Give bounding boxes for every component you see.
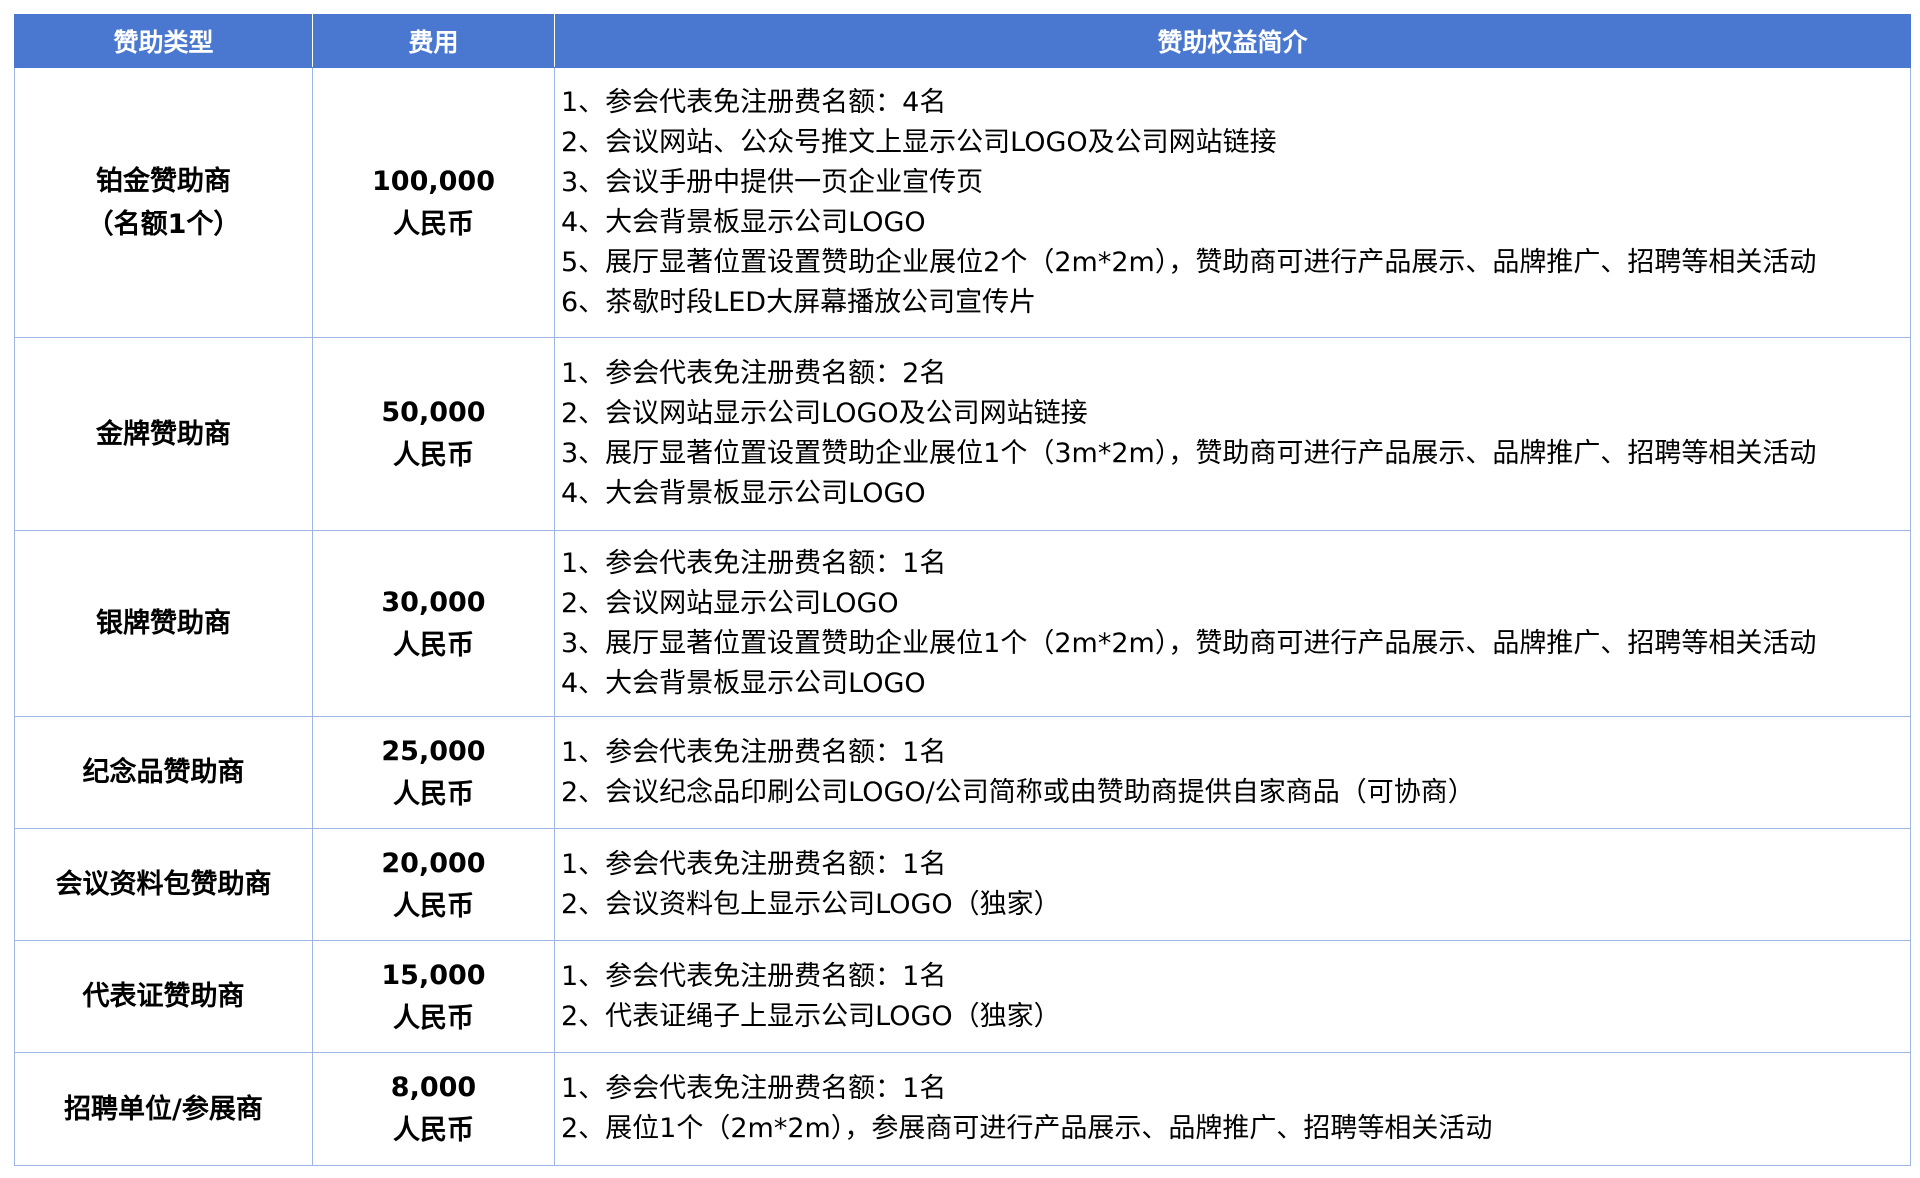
fee-cell: 15,000 人民币 xyxy=(312,940,555,1053)
benefit-item: 2、展位1个（2m*2m），参展商可进行产品展示、品牌推广、招聘等相关活动 xyxy=(561,1113,1493,1144)
benefit-item: 4、大会背景板显示公司LOGO xyxy=(561,206,926,238)
benefit-item: 2、会议纪念品印刷公司LOGO/公司简称或由赞助商提供自家商品（可协商） xyxy=(561,776,1475,808)
benefits-cell: 1、参会代表免注册费名额：1名 2、会议纪念品印刷公司LOGO/公司简称或由赞助… xyxy=(554,716,1911,829)
benefit-item: 3、会议手册中提供一页企业宣传页 xyxy=(561,166,984,198)
fee-cell: 50,000 人民币 xyxy=(312,337,555,531)
sponsor-type-cell: 纪念品赞助商 xyxy=(14,716,313,829)
header-sponsor-type: 赞助类型 xyxy=(14,14,313,68)
sponsor-type-name: 银牌赞助商 xyxy=(96,608,231,639)
sponsor-type-note: （名额1个） xyxy=(86,208,241,240)
sponsor-type-cell: 铂金赞助商 （名额1个） xyxy=(14,67,313,338)
benefit-item: 4、大会背景板显示公司LOGO xyxy=(561,667,926,699)
fee-amount: 30,000 xyxy=(381,586,486,618)
fee-amount: 50,000 xyxy=(381,397,486,428)
sponsor-table: 赞助类型 费用 赞助权益简介 铂金赞助商 （名额1个） 100,000 人民币 … xyxy=(14,14,1911,1166)
header-row: 赞助类型 费用 赞助权益简介 xyxy=(14,14,1911,68)
benefit-item: 2、会议资料包上显示公司LOGO（独家） xyxy=(561,888,1061,920)
table-row: 代表证赞助商 15,000 人民币 1、参会代表免注册费名额：1名 2、代表证绳… xyxy=(14,940,1911,1053)
sponsor-type-name: 纪念品赞助商 xyxy=(82,757,245,788)
header-benefits: 赞助权益简介 xyxy=(554,14,1911,68)
benefit-item: 5、展厅显著位置设置赞助企业展位2个（2m*2m），赞助商可进行产品展示、品牌推… xyxy=(561,246,1817,278)
sponsor-type-name: 铂金赞助商 xyxy=(96,165,231,197)
benefits-cell: 1、参会代表免注册费名额：2名 2、会议网站显示公司LOGO及公司网站链接 3、… xyxy=(554,337,1911,531)
sponsor-type-name: 金牌赞助商 xyxy=(96,418,231,450)
table-row: 会议资料包赞助商 20,000 人民币 1、参会代表免注册费名额：1名 2、会议… xyxy=(14,828,1911,941)
sponsor-type-cell: 招聘单位/参展商 xyxy=(14,1052,313,1166)
benefit-item: 1、参会代表免注册费名额：1名 xyxy=(561,848,947,880)
fee-amount: 20,000 xyxy=(381,847,486,879)
fee-cell: 100,000 人民币 xyxy=(312,67,555,338)
sponsor-type-name: 招聘单位/参展商 xyxy=(64,1093,263,1125)
sponsor-table-container: 赞助类型 费用 赞助权益简介 铂金赞助商 （名额1个） 100,000 人民币 … xyxy=(14,14,1911,1166)
fee-amount: 25,000 xyxy=(381,735,486,767)
table-row: 铂金赞助商 （名额1个） 100,000 人民币 1、参会代表免注册费名额：4名… xyxy=(14,67,1911,338)
benefit-item: 3、展厅显著位置设置赞助企业展位1个（3m*2m），赞助商可进行产品展示、品牌推… xyxy=(561,438,1817,469)
benefit-item: 3、展厅显著位置设置赞助企业展位1个（2m*2m），赞助商可进行产品展示、品牌推… xyxy=(561,627,1817,659)
benefit-item: 1、参会代表免注册费名额：1名 xyxy=(561,547,947,579)
table-row: 银牌赞助商 30,000 人民币 1、参会代表免注册费名额：1名 2、会议网站显… xyxy=(14,530,1911,717)
sponsor-type-cell: 金牌赞助商 xyxy=(14,337,313,531)
benefit-item: 2、会议网站显示公司LOGO及公司网站链接 xyxy=(561,398,1088,429)
benefit-item: 1、参会代表免注册费名额：1名 xyxy=(561,736,947,768)
sponsor-type-cell: 代表证赞助商 xyxy=(14,940,313,1053)
benefit-item: 4、大会背景板显示公司LOGO xyxy=(561,478,926,509)
sponsor-type-name: 会议资料包赞助商 xyxy=(55,869,272,900)
header-fee: 费用 xyxy=(312,14,555,68)
benefit-item: 2、会议网站显示公司LOGO xyxy=(561,587,899,619)
benefit-item: 1、参会代表免注册费名额：2名 xyxy=(561,358,947,389)
table-row: 招聘单位/参展商 8,000 人民币 1、参会代表免注册费名额：1名 2、展位1… xyxy=(14,1052,1911,1166)
fee-amount: 100,000 xyxy=(372,165,495,197)
table-row: 纪念品赞助商 25,000 人民币 1、参会代表免注册费名额：1名 2、会议纪念… xyxy=(14,716,1911,829)
benefit-item: 2、代表证绳子上显示公司LOGO（独家） xyxy=(561,1000,1061,1032)
fee-amount: 8,000 xyxy=(390,1072,477,1103)
benefits-cell: 1、参会代表免注册费名额：1名 2、会议网站显示公司LOGO 3、展厅显著位置设… xyxy=(554,530,1911,717)
benefits-cell: 1、参会代表免注册费名额：1名 2、代表证绳子上显示公司LOGO（独家） xyxy=(554,940,1911,1053)
benefit-item: 1、参会代表免注册费名额：1名 xyxy=(561,960,947,992)
benefit-item: 1、参会代表免注册费名额：4名 xyxy=(561,86,947,118)
fee-cell: 8,000 人民币 xyxy=(312,1052,555,1166)
fee-currency: 人民币 xyxy=(393,890,474,922)
table-row: 金牌赞助商 50,000 人民币 1、参会代表免注册费名额：2名 2、会议网站显… xyxy=(14,337,1911,531)
benefit-item: 2、会议网站、公众号推文上显示公司LOGO及公司网站链接 xyxy=(561,126,1277,158)
sponsor-type-cell: 会议资料包赞助商 xyxy=(14,828,313,941)
sponsor-type-cell: 银牌赞助商 xyxy=(14,530,313,717)
fee-cell: 25,000 人民币 xyxy=(312,716,555,829)
fee-currency: 人民币 xyxy=(393,208,474,240)
fee-currency: 人民币 xyxy=(393,629,474,661)
fee-cell: 20,000 人民币 xyxy=(312,828,555,941)
benefit-item: 1、参会代表免注册费名额：1名 xyxy=(561,1073,947,1104)
fee-currency: 人民币 xyxy=(393,440,474,471)
sponsor-type-name: 代表证赞助商 xyxy=(82,981,245,1012)
benefit-item: 6、茶歇时段LED大屏幕播放公司宣传片 xyxy=(561,286,1037,318)
fee-cell: 30,000 人民币 xyxy=(312,530,555,717)
benefits-cell: 1、参会代表免注册费名额：4名 2、会议网站、公众号推文上显示公司LOGO及公司… xyxy=(554,67,1911,338)
benefits-cell: 1、参会代表免注册费名额：1名 2、会议资料包上显示公司LOGO（独家） xyxy=(554,828,1911,941)
fee-amount: 15,000 xyxy=(381,959,486,991)
benefits-cell: 1、参会代表免注册费名额：1名 2、展位1个（2m*2m），参展商可进行产品展示… xyxy=(554,1052,1911,1166)
fee-currency: 人民币 xyxy=(393,778,474,810)
fee-currency: 人民币 xyxy=(393,1002,474,1034)
fee-currency: 人民币 xyxy=(393,1115,474,1146)
